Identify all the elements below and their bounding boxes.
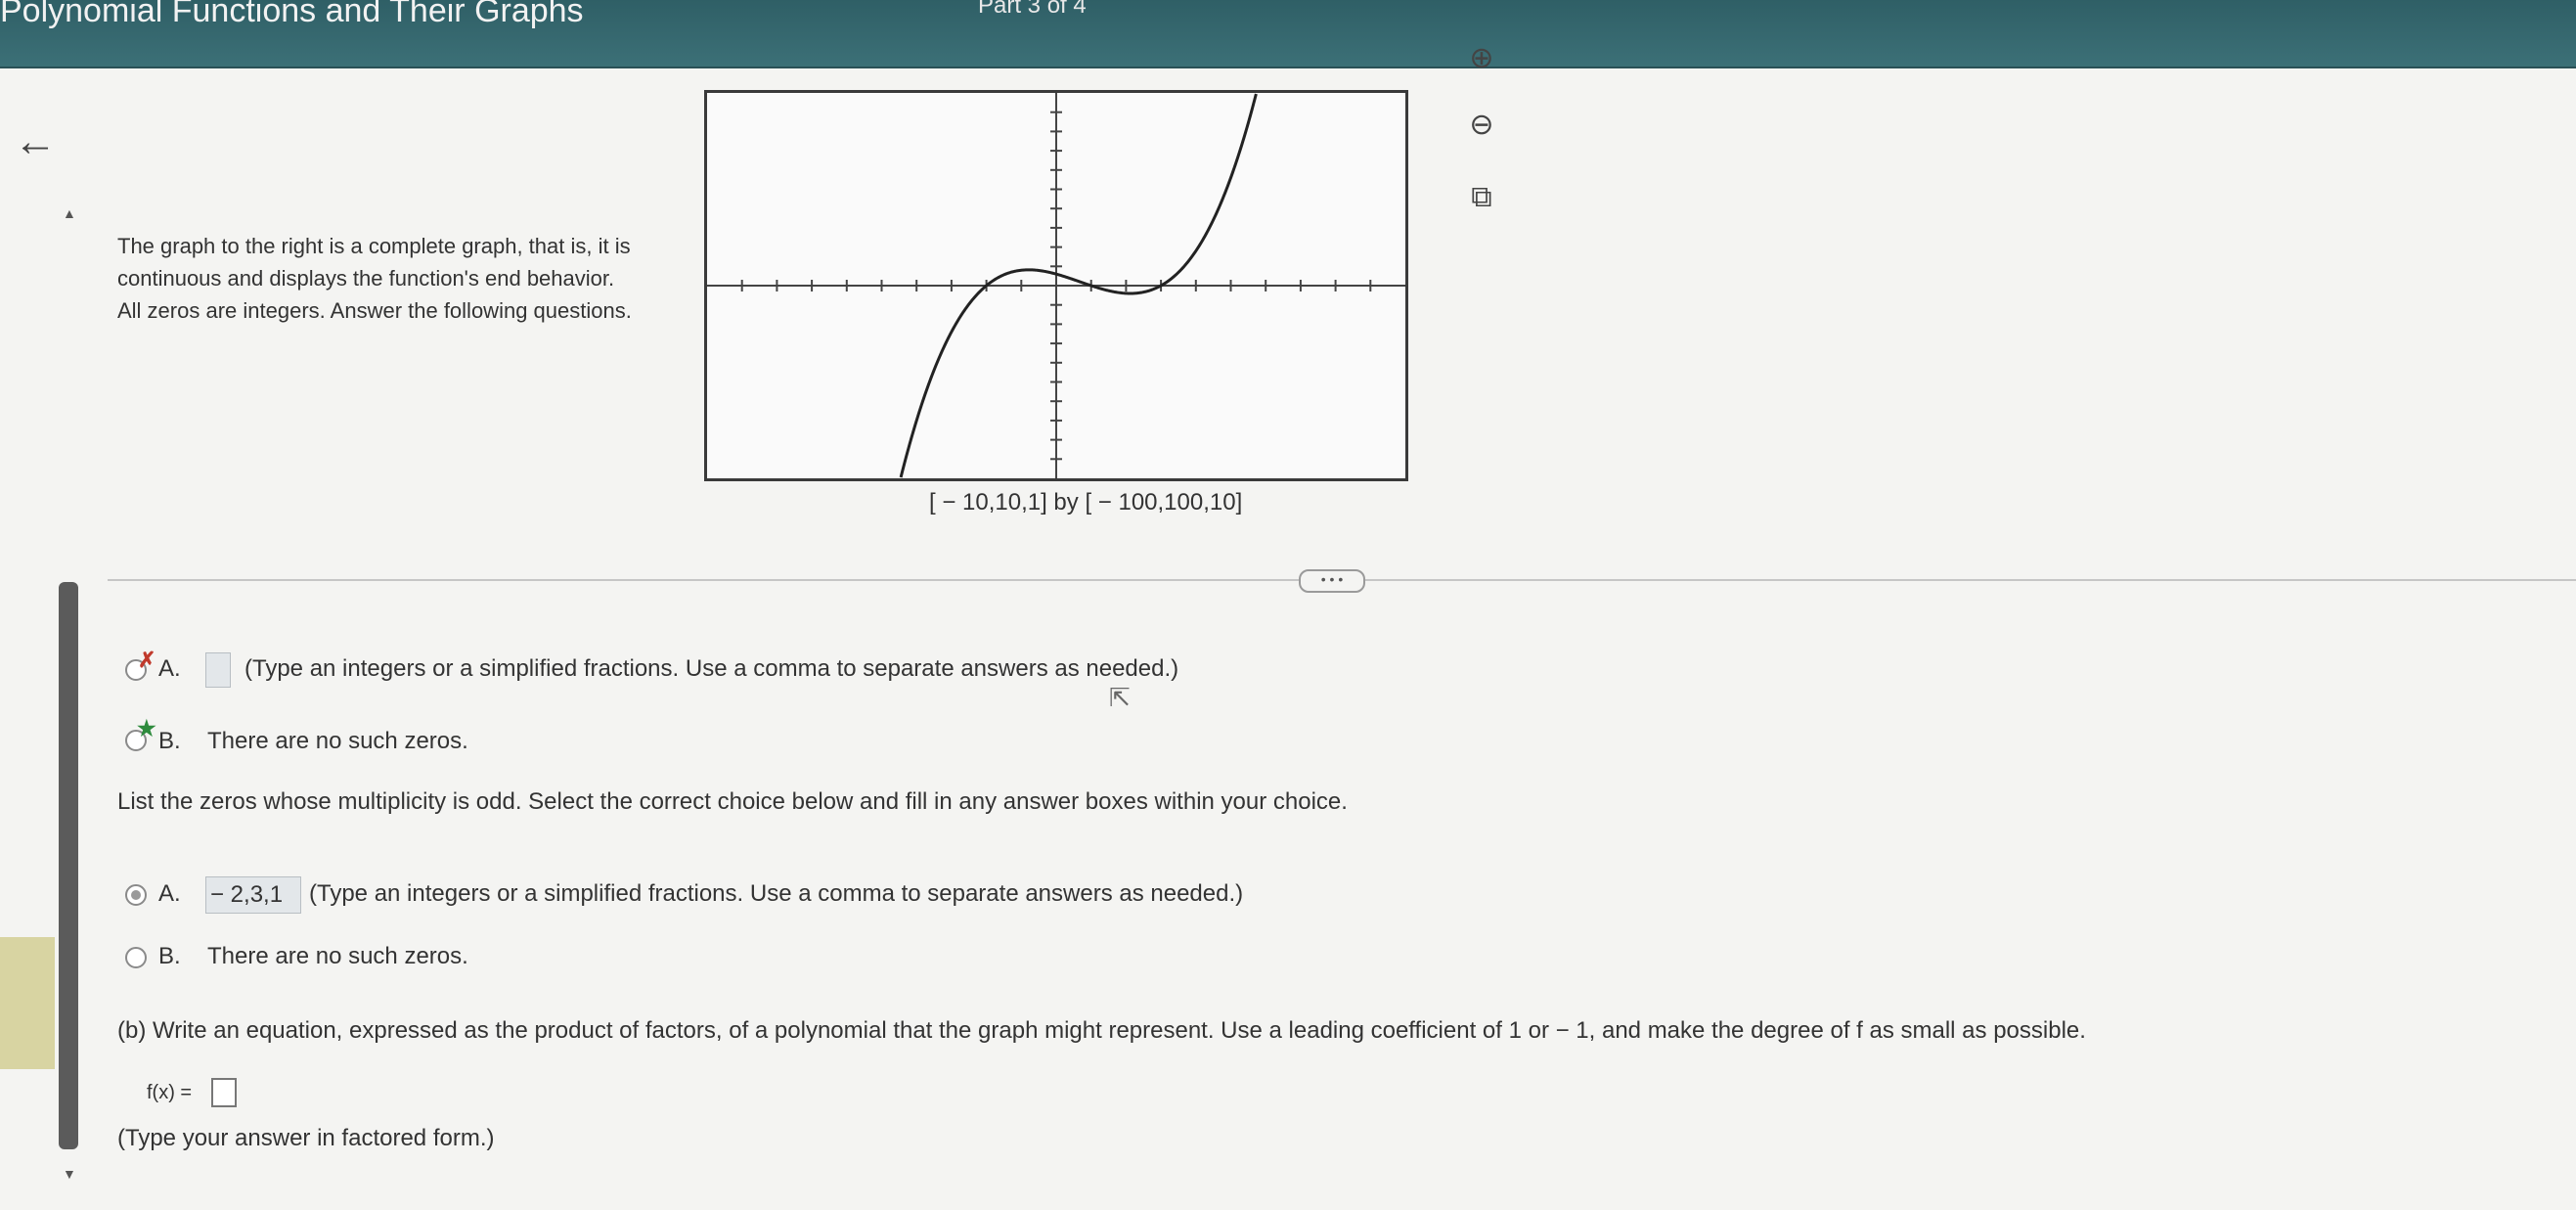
odd-question-prompt: List the zeros whose multiplicity is odd… xyxy=(117,788,1348,815)
function-graph xyxy=(707,93,1405,478)
scrollbar[interactable] xyxy=(59,582,78,1149)
prev-option-b-text: There are no such zeros. xyxy=(207,728,468,754)
scroll-up-icon[interactable]: ▲ xyxy=(63,205,76,221)
part-b-hint: (Type your answer in factored form.) xyxy=(117,1125,495,1151)
highlight-strip xyxy=(0,937,55,1069)
graph-axes xyxy=(707,93,1405,478)
part-b-prompt: (b) Write an equation, expressed as the … xyxy=(117,1017,2086,1044)
mouse-cursor-icon: ⇱ xyxy=(1109,683,1131,712)
correct-mark-icon: ★ xyxy=(137,716,156,740)
graph-panel xyxy=(704,90,1408,481)
window-label: [ − 10,10,1] by [ − 100,100,10] xyxy=(929,489,1243,515)
odd-option-a-input[interactable]: − 2,3,1 xyxy=(205,876,301,914)
zoom-out-icon[interactable]: ⊖ xyxy=(1464,108,1499,143)
odd-option-a-label: A. xyxy=(158,880,181,907)
odd-option-b-text: There are no such zeros. xyxy=(207,943,468,969)
intro-text: The graph to the right is a complete gra… xyxy=(117,234,632,323)
page-title: Polynomial Functions and Their Graphs xyxy=(0,0,584,29)
prev-option-b-label: B. xyxy=(158,728,181,754)
more-button[interactable]: • • • xyxy=(1299,569,1365,593)
odd-option-a-radio[interactable] xyxy=(125,884,147,906)
popout-icon[interactable]: ⧉ xyxy=(1464,180,1499,215)
zoom-in-icon[interactable]: ⊕ xyxy=(1464,41,1499,76)
prev-option-a-label: A. xyxy=(158,655,181,682)
prev-option-a-input[interactable] xyxy=(205,652,231,688)
fx-label: f(x) = xyxy=(147,1082,193,1103)
scroll-down-icon[interactable]: ▼ xyxy=(63,1166,76,1182)
odd-option-b-radio[interactable] xyxy=(125,947,147,968)
prev-option-a-hint: (Type an integers or a simplified fracti… xyxy=(244,655,1179,682)
odd-option-a-hint: (Type an integers or a simplified fracti… xyxy=(309,880,1244,907)
fx-answer-input[interactable] xyxy=(211,1078,237,1107)
back-arrow-icon[interactable]: ← xyxy=(14,117,63,166)
part-indicator: Part 3 of 4 xyxy=(978,0,1087,19)
incorrect-mark-icon: ✗ xyxy=(138,648,156,672)
header-bar: Polynomial Functions and Their Graphs Pa… xyxy=(0,0,2576,68)
odd-option-b-label: B. xyxy=(158,943,181,969)
